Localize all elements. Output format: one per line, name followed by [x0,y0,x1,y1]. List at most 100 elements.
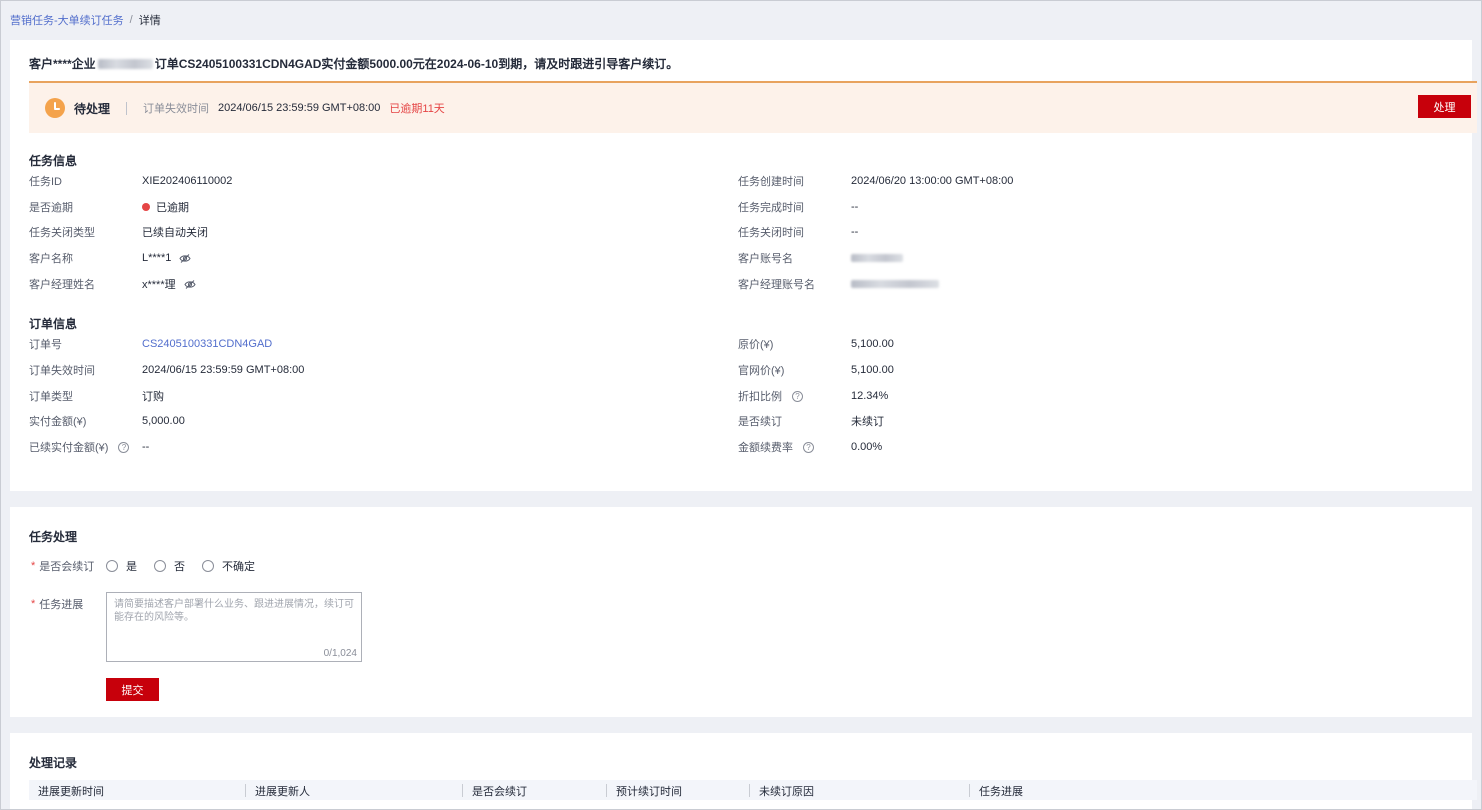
create-time-row: 任务创建时间 2024/06/20 13:00:00 GMT+08:00 [738,174,1418,188]
field-value: -- [851,201,859,213]
column-header: 预计续订时间 [616,785,682,798]
question-circle-icon[interactable]: ? [118,441,130,453]
field-label: 客户账号名 [738,253,793,265]
char-counter: 0/1,024 [323,648,357,659]
task-headline: 客户****企业 订单CS2405100331CDN4GAD实付金额5000.0… [29,55,678,72]
renew-label: * 是否会续订 [31,558,94,574]
status-dot-icon [142,203,150,211]
task-info-title: 任务信息 [29,154,78,168]
field-label: 金额续费率 [738,442,793,454]
field-label: 任务ID [29,176,62,188]
radio-circle[interactable] [154,560,166,572]
expire-label: 订单失效时间 [143,103,210,115]
field-label-wrap: 已续实付金额(¥)? [29,439,130,455]
renewed-row: 是否续订 未续订 [738,414,1418,428]
customer-account-wrap [851,254,903,262]
column-divider [969,784,970,797]
field-value: 0.00% [851,441,883,453]
eye-off-icon[interactable] [184,279,196,289]
field-label: 官网价(¥) [738,365,785,377]
customer-name-row: 客户名称 L****1 [29,251,709,265]
radio-unsure[interactable]: 不确定 [202,558,255,574]
column-divider [749,784,750,797]
process-button[interactable]: 处理 [1418,95,1471,118]
field-label: 客户名称 [29,253,73,265]
masked-manager-account [851,280,939,288]
field-value: 5,000.00 [142,415,185,427]
records-card: 处理记录 进展更新时间 进展更新人 是否会续订 预计续订时间 未续订原因 任务进… [10,733,1477,810]
field-label: 订单类型 [29,391,73,403]
close-type-row: 任务关闭类型 已续自动关闭 [29,225,709,239]
field-value: 订购 [142,391,164,403]
field-value: -- [851,226,859,238]
eye-off-icon[interactable] [179,253,191,263]
required-star: * [31,598,36,610]
submit-button[interactable]: 提交 [106,678,159,701]
radio-label: 否 [174,561,185,573]
manager-account-wrap [851,280,939,288]
breadcrumb-separator: / [129,14,133,26]
field-value: 5,100.00 [851,364,894,376]
radio-circle[interactable] [106,560,118,572]
field-label: 任务创建时间 [738,176,804,188]
renewed-amount-row: 已续实付金额(¥)? -- [29,440,709,454]
radio-circle[interactable] [202,560,214,572]
field-label: 实付金额(¥) [29,416,87,428]
field-value: XIE202406110002 [142,175,233,187]
progress-textarea-wrap: 0/1,024 [106,592,362,662]
field-label: 订单失效时间 [29,365,95,377]
column-divider [606,784,607,797]
radio-yes[interactable]: 是 [106,558,137,574]
question-circle-icon[interactable]: ? [792,390,803,402]
original-price-row: 原价(¥) 5,100.00 [738,337,1418,351]
records-table-header: 进展更新时间 进展更新人 是否会续订 预计续订时间 未续订原因 任务进展 [29,780,1477,800]
column-divider [245,784,246,797]
column-divider [462,784,463,797]
breadcrumb-current: 详情 [138,15,161,27]
manager-name-row: 客户经理姓名 x****理 [29,277,709,291]
field-label: 折扣比例 [738,391,782,403]
radio-label: 是 [126,561,137,573]
task-process-title: 任务处理 [29,530,78,544]
renewal-rate-row: 金额续费率? 0.00% [738,440,1418,454]
detail-card: 客户****企业 订单CS2405100331CDN4GAD实付金额5000.0… [10,40,1477,491]
clock-icon [45,98,65,118]
field-label: 客户经理姓名 [29,279,95,291]
field-value: 12.34% [851,390,889,402]
task-process-card: 任务处理 * 是否会续订 是 否 不确定 * 任务进展 0/1,024 提交 [10,507,1472,717]
field-label: 已续实付金额(¥) [29,442,109,454]
required-star: * [31,560,36,572]
breadcrumb-parent-link[interactable]: 营销任务-大单续订任务 [10,12,124,28]
field-label: 客户经理账号名 [738,279,815,291]
divider [126,101,128,115]
field-label: 是否续订 [738,416,782,428]
field-value: L****1 [142,252,172,264]
headline-suffix: 订单CS2405100331CDN4GAD实付金额5000.00元在2024-0… [154,57,679,71]
column-header: 进展更新时间 [38,785,104,798]
field-label: 原价(¥) [738,339,774,351]
field-label: 任务关闭类型 [29,227,95,239]
status-bar: 待处理 订单失效时间 2024/06/15 23:59:59 GMT+08:00… [29,81,1477,133]
radio-no[interactable]: 否 [154,558,185,574]
field-value: -- [142,441,150,453]
order-type-row: 订单类型 订购 [29,389,709,403]
field-value: 未续订 [851,416,884,428]
overdue-row: 是否逾期 已逾期 [29,200,709,214]
field-value: 2024/06/15 23:59:59 GMT+08:00 [142,364,305,376]
masked-customer-name [97,58,153,69]
task-id-row: 任务ID XIE202406110002 [29,174,709,188]
progress-label: * 任务进展 [31,596,83,612]
field-value: x****理 [142,279,176,291]
records-title: 处理记录 [29,756,78,770]
question-circle-icon[interactable]: ? [803,441,814,453]
renew-radio-group: 是 否 不确定 [106,558,272,574]
radio-label: 不确定 [222,561,255,573]
field-label: 任务关闭时间 [738,227,804,239]
column-header: 任务进展 [979,785,1023,798]
field-label: 订单号 [29,339,62,351]
overdue-value-wrap: 已逾期 [142,199,189,215]
field-label-wrap: 折扣比例? [738,388,803,404]
order-id-link[interactable]: CS2405100331CDN4GAD [142,338,272,350]
renew-label-text: 是否会续订 [39,561,95,573]
paid-amount-row: 实付金额(¥) 5,000.00 [29,414,709,428]
